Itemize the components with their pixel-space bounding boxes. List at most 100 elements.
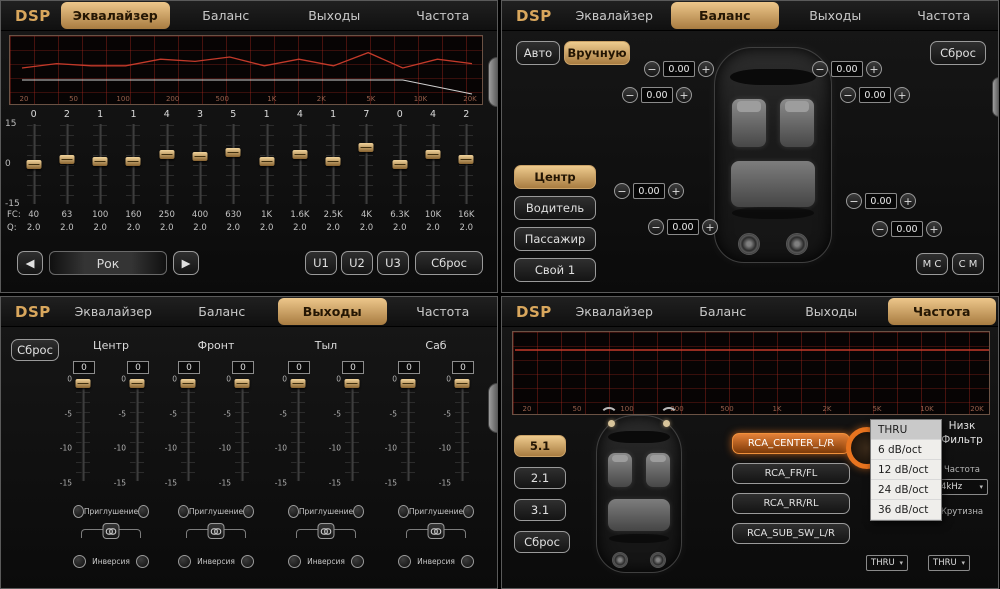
slider-handle[interactable]: [226, 148, 241, 157]
tab-outputs[interactable]: Выходы: [280, 1, 389, 30]
slider-handle[interactable]: [259, 157, 274, 166]
tab-outputs[interactable]: Выходы: [777, 297, 886, 326]
delay-plus-button[interactable]: +: [894, 87, 910, 103]
hp-slope-select[interactable]: THRU ▾: [866, 555, 908, 571]
eq-band-slider[interactable]: [391, 122, 409, 206]
mute-toggle-right[interactable]: [353, 505, 364, 518]
outputs-reset-button[interactable]: Сброс: [11, 339, 59, 361]
output-slider[interactable]: [74, 379, 92, 483]
tab-outputs[interactable]: Выходы: [781, 1, 890, 30]
position-button-4[interactable]: Свой 1: [514, 258, 596, 282]
delay-minus-button[interactable]: −: [872, 221, 888, 237]
eq-band-slider[interactable]: [224, 122, 242, 206]
tab-equalizer[interactable]: Эквалайзер: [59, 297, 168, 326]
slider-handle[interactable]: [235, 379, 250, 388]
eq-band-slider[interactable]: [158, 122, 176, 206]
mc-button[interactable]: M C: [916, 253, 948, 275]
eq-band-slider[interactable]: [324, 122, 342, 206]
slider-handle[interactable]: [426, 150, 441, 159]
slider-handle[interactable]: [59, 155, 74, 164]
invert-toggle-left[interactable]: [398, 555, 411, 568]
output-slider[interactable]: [343, 379, 361, 483]
position-button-2[interactable]: Водитель: [514, 196, 596, 220]
invert-toggle-left[interactable]: [178, 555, 191, 568]
frequency-select[interactable]: 4kHz ▾: [936, 479, 988, 495]
delay-plus-button[interactable]: +: [698, 61, 714, 77]
mute-toggle-right[interactable]: [138, 505, 149, 518]
slider-handle[interactable]: [345, 379, 360, 388]
slope-option[interactable]: THRU: [871, 420, 941, 440]
mute-toggle-left[interactable]: [73, 505, 84, 518]
channel-button-1[interactable]: RCA_CENTER_L/R: [732, 433, 850, 454]
mute-toggle-left[interactable]: [288, 505, 299, 518]
tab-frequency[interactable]: Частота: [389, 1, 498, 30]
eq-band-slider[interactable]: [357, 122, 375, 206]
eq-band-slider[interactable]: [291, 122, 309, 206]
invert-toggle-left[interactable]: [288, 555, 301, 568]
drawer-handle[interactable]: [488, 57, 498, 107]
eq-band-slider[interactable]: [258, 122, 276, 206]
slider-handle[interactable]: [401, 379, 416, 388]
slope-option[interactable]: 12 dB/oct: [871, 460, 941, 480]
delay-minus-button[interactable]: −: [614, 183, 630, 199]
eq-band-slider[interactable]: [191, 122, 209, 206]
memory-button-U1[interactable]: U1: [305, 251, 337, 275]
eq-band-slider[interactable]: [124, 122, 142, 206]
mode-button-3.1[interactable]: 3.1: [514, 499, 566, 521]
tab-equalizer[interactable]: Эквалайзер: [61, 2, 170, 29]
slider-handle[interactable]: [130, 379, 145, 388]
preset-next-button[interactable]: ▶: [173, 251, 199, 275]
output-slider[interactable]: [399, 379, 417, 483]
delay-plus-button[interactable]: +: [900, 193, 916, 209]
eq-band-slider[interactable]: [424, 122, 442, 206]
delay-plus-button[interactable]: +: [702, 219, 718, 235]
slider-handle[interactable]: [159, 150, 174, 159]
preset-prev-button[interactable]: ◀: [17, 251, 43, 275]
link-channels-button[interactable]: [428, 523, 445, 539]
slope-option[interactable]: 36 dB/oct: [871, 500, 941, 520]
delay-minus-button[interactable]: −: [644, 61, 660, 77]
memory-button-U3[interactable]: U3: [377, 251, 409, 275]
channel-button-3[interactable]: RCA_RR/RL: [732, 493, 850, 514]
link-channels-button[interactable]: [208, 523, 225, 539]
lp-slope-select[interactable]: THRU ▾: [928, 555, 970, 571]
cm-button[interactable]: C M: [952, 253, 984, 275]
slider-handle[interactable]: [181, 379, 196, 388]
invert-toggle-right[interactable]: [241, 555, 254, 568]
mode-button-5.1[interactable]: 5.1: [514, 435, 566, 457]
balance-reset-button[interactable]: Сброс: [930, 41, 986, 65]
output-slider[interactable]: [233, 379, 251, 483]
position-button-1[interactable]: Центр: [514, 165, 596, 189]
crossover-reset-button[interactable]: Сброс: [514, 531, 570, 553]
mute-toggle-left[interactable]: [398, 505, 409, 518]
slider-handle[interactable]: [291, 379, 306, 388]
eq-band-slider[interactable]: [91, 122, 109, 206]
eq-band-slider[interactable]: [457, 122, 475, 206]
drawer-handle[interactable]: [992, 77, 999, 117]
delay-minus-button[interactable]: −: [846, 193, 862, 209]
tab-balance[interactable]: Баланс: [671, 2, 780, 29]
delay-minus-button[interactable]: −: [622, 87, 638, 103]
delay-plus-button[interactable]: +: [866, 61, 882, 77]
delay-minus-button[interactable]: −: [812, 61, 828, 77]
eq-reset-button[interactable]: Сброс: [415, 251, 483, 275]
slider-handle[interactable]: [392, 160, 407, 169]
link-channels-button[interactable]: [318, 523, 335, 539]
delay-plus-button[interactable]: +: [668, 183, 684, 199]
invert-toggle-right[interactable]: [351, 555, 364, 568]
channel-button-4[interactable]: RCA_SUB_SW_L/R: [732, 523, 850, 544]
output-slider[interactable]: [128, 379, 146, 483]
slider-handle[interactable]: [193, 152, 208, 161]
slope-option[interactable]: 24 dB/oct: [871, 480, 941, 500]
output-slider[interactable]: [453, 379, 471, 483]
slider-handle[interactable]: [459, 155, 474, 164]
tab-balance[interactable]: Баланс: [669, 297, 778, 326]
eq-band-slider[interactable]: [25, 122, 43, 206]
output-slider[interactable]: [289, 379, 307, 483]
position-button-3[interactable]: Пассажир: [514, 227, 596, 251]
output-slider[interactable]: [179, 379, 197, 483]
slider-handle[interactable]: [326, 157, 341, 166]
slider-handle[interactable]: [93, 157, 108, 166]
tab-equalizer[interactable]: Эквалайзер: [560, 297, 669, 326]
link-channels-button[interactable]: [103, 523, 120, 539]
